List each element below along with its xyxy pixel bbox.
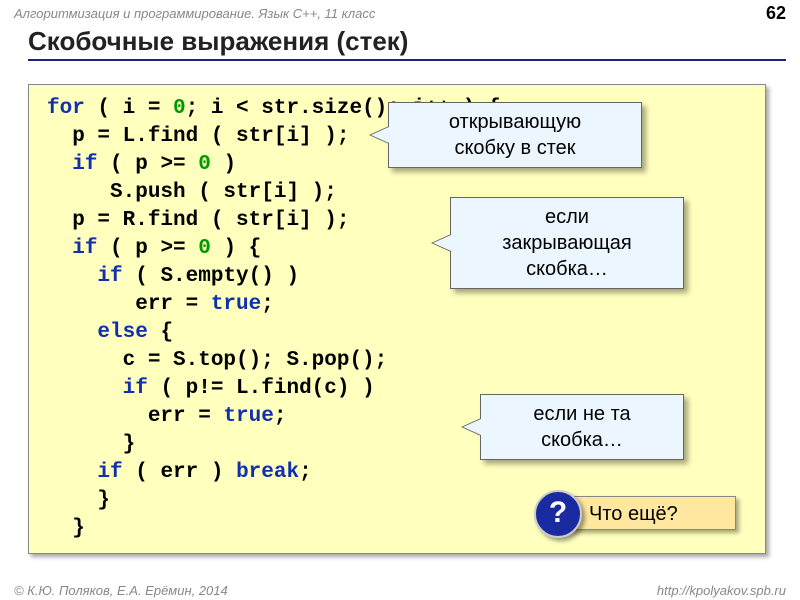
question-box: Что ещё? [560,496,736,530]
title-underline [28,59,786,61]
callout-close-bracket: если закрывающая скобка… [450,197,684,289]
question-text: Что ещё? [589,503,678,525]
header-bar: Алгоритмизация и программирование. Язык … [0,0,800,24]
slide-title: Скобочные выражения (стек) [28,26,800,59]
copyright: © К.Ю. Поляков, Е.А. Ерёмин, 2014 [14,583,228,598]
callout-wrong-bracket: если не та скобка… [480,394,684,460]
footer-url: http://kpolyakov.spb.ru [657,583,786,598]
callout-open-bracket: открывающую скобку в стек [388,102,642,168]
footer: © К.Ю. Поляков, Е.А. Ерёмин, 2014 http:/… [0,583,800,598]
question-icon: ? [534,490,582,538]
page-number: 62 [766,3,786,24]
course-label: Алгоритмизация и программирование. Язык … [14,6,375,21]
